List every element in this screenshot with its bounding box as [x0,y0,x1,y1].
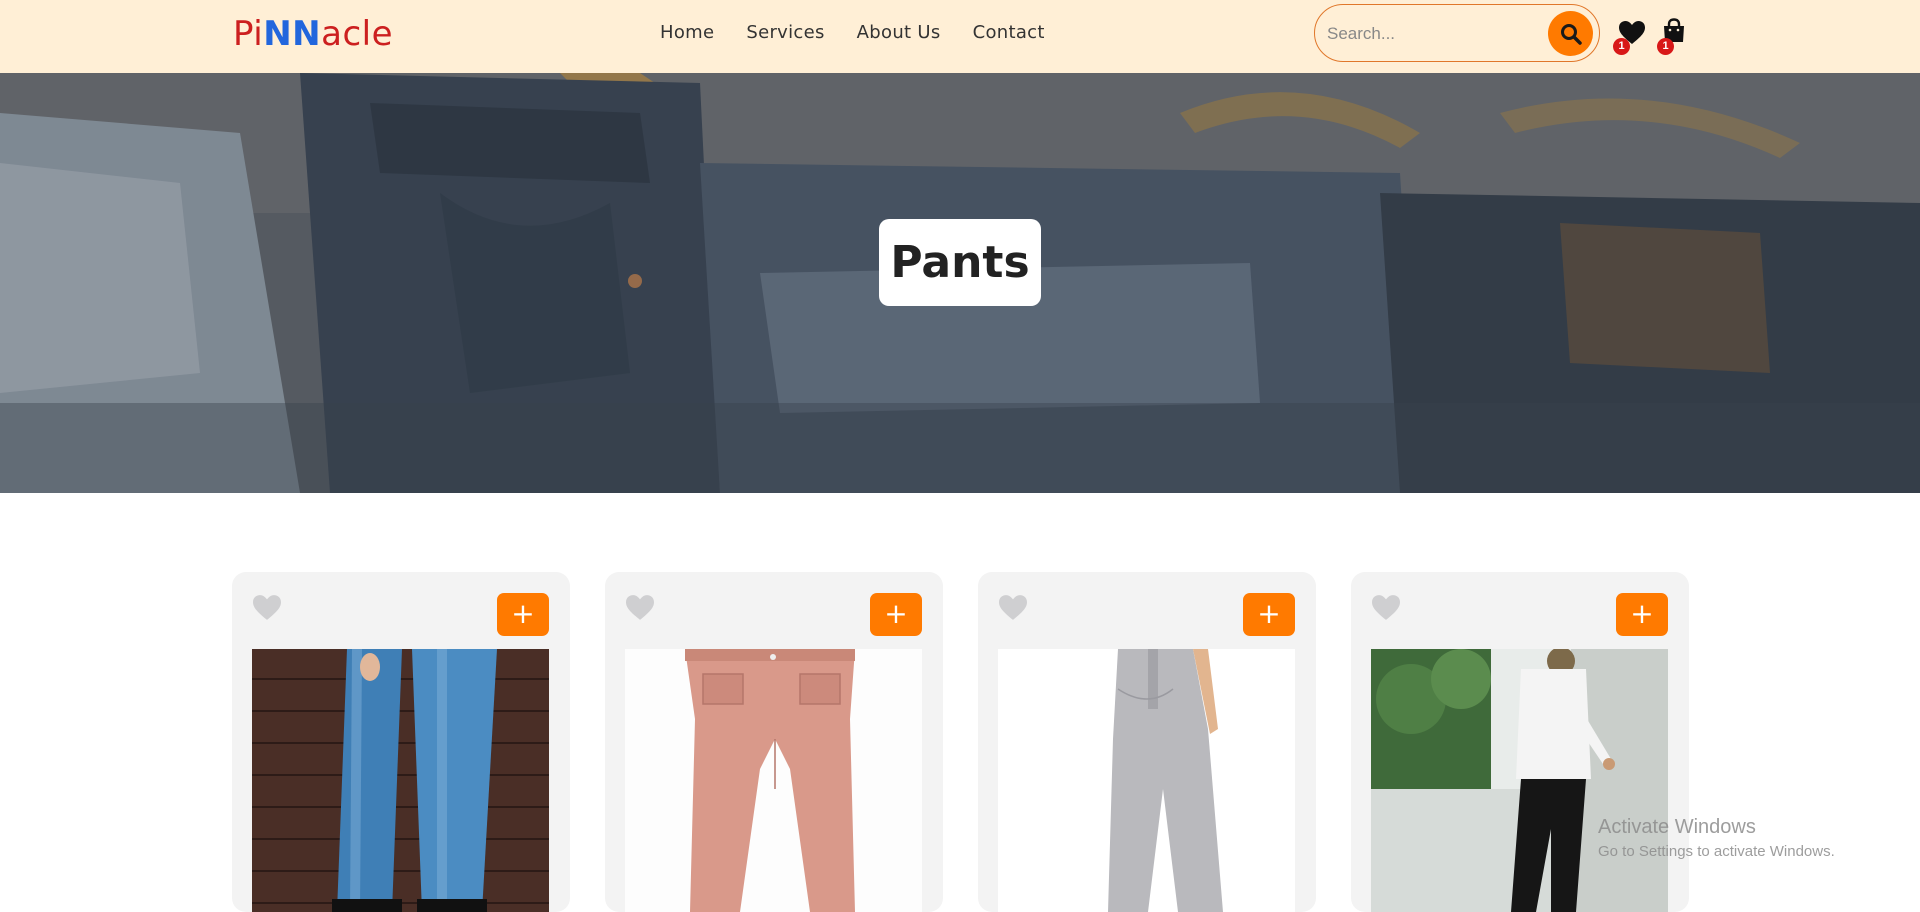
nav-contact[interactable]: Contact [973,20,1045,46]
search-icon [1560,23,1582,45]
hero-banner: Pants [0,73,1920,493]
add-to-cart-button[interactable]: + [870,593,922,636]
favorite-button[interactable] [1370,594,1402,624]
brand-logo[interactable]: PiNNacle [233,12,393,56]
nav-home[interactable]: Home [660,20,714,46]
heart-icon [999,595,1027,620]
cart-count-badge: 1 [1657,38,1674,55]
favorite-button[interactable] [624,594,656,624]
search-input[interactable] [1327,19,1527,49]
favorite-button[interactable] [251,594,283,624]
site-header: PiNNacle Home Services About Us Contact … [0,0,1920,73]
add-to-cart-button[interactable]: + [497,593,549,636]
search-button[interactable] [1548,11,1593,56]
main-nav: Home Services About Us Contact [660,20,1077,46]
product-image[interactable] [1371,649,1668,912]
add-to-cart-button[interactable]: + [1616,593,1668,636]
search-bar [1314,4,1600,62]
product-card: + [978,572,1316,912]
heart-icon [1372,595,1400,620]
product-image[interactable] [625,649,922,912]
logo-part-2: NN [263,14,322,54]
nav-about-us[interactable]: About Us [857,20,941,46]
product-card: + [1351,572,1689,912]
add-to-cart-button[interactable]: + [1243,593,1295,636]
wishlist-count-badge: 1 [1613,38,1630,55]
windows-activation-watermark-subtitle: Go to Settings to activate Windows. [1598,843,1835,860]
product-card: + [232,572,570,912]
heart-icon [626,595,654,620]
heart-icon [253,595,281,620]
product-image[interactable] [998,649,1295,912]
product-image[interactable] [252,649,549,912]
logo-part-1: Pi [233,14,264,54]
nav-services[interactable]: Services [746,20,824,46]
windows-activation-watermark-title: Activate Windows [1598,816,1756,838]
page-title: Pants [879,219,1041,306]
page-title-text: Pants [890,237,1030,288]
logo-part-3: acle [321,14,394,54]
favorite-button[interactable] [997,594,1029,624]
product-card: + [605,572,943,912]
